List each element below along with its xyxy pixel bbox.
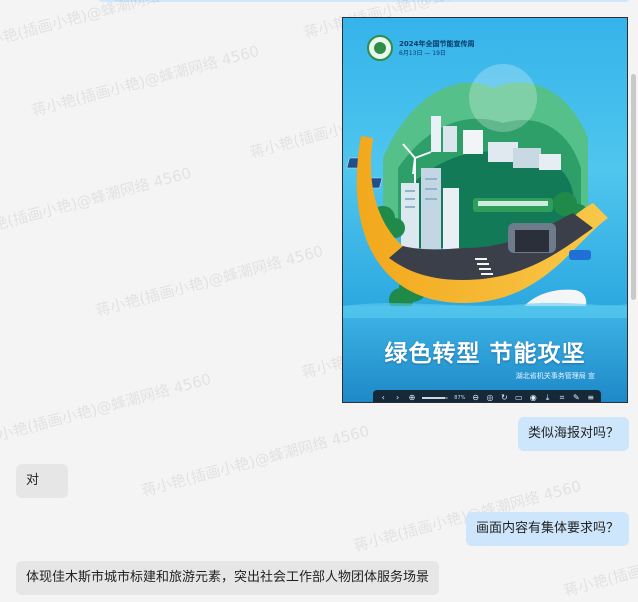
chat-window: 蒋小艳(插画小艳)@蜂潮网络 4560 蒋小艳(插画小艳)@蜂潮网络 4560 … xyxy=(0,0,638,602)
watermark: 蒋小艳(插画小艳)@蜂潮网络 4560 xyxy=(0,369,214,449)
zoom-in-icon[interactable]: ⊕ xyxy=(408,393,416,402)
rotate-icon[interactable]: ↻ xyxy=(500,393,508,402)
zoom-slider[interactable] xyxy=(422,397,449,399)
previous-message-bubble[interactable] xyxy=(97,0,631,2)
zoom-out-icon[interactable]: ⊖ xyxy=(471,393,479,402)
edit-icon[interactable]: ✎ xyxy=(572,393,580,402)
download-icon[interactable]: ⤓ xyxy=(543,393,551,402)
message-bubble-received[interactable]: 体现佳木斯市城市标建和旅游元素，突出社会工作部人物团体服务场景 xyxy=(16,561,440,595)
poster-event-dates: 6月13日 — 19日 xyxy=(399,49,446,57)
image-viewer-toolbar: ‹ › ⊕ 87% ⊖ ◎ ↻ ▭ ◉ ⤓ ⌗ ✎ ≡ xyxy=(373,390,601,402)
message-bubble-received[interactable]: 对 xyxy=(16,464,68,498)
zoom-slider-fill xyxy=(422,397,445,399)
message-bubble-sent[interactable]: 类似海报对吗？ xyxy=(518,417,630,451)
poster-event-title: 2024年全国节能宣传周 xyxy=(399,39,475,48)
watermark: 蒋小艳(插画小艳)@蜂潮网络 4560 xyxy=(0,163,194,243)
poster-issuer: 湖北省机关事务管理局 宣 xyxy=(515,372,595,380)
poster-header: 2024年全国节能宣传周 6月13日 — 19日 xyxy=(367,35,474,61)
ocr-icon[interactable]: ◉ xyxy=(529,393,537,402)
chat-scrollbar[interactable] xyxy=(631,74,636,300)
fit-screen-icon[interactable]: ◎ xyxy=(486,393,494,402)
watermark: 蒋小艳(插画小艳)@蜂潮网络 4560 xyxy=(0,0,203,55)
poster-slogan: 绿色转型 节能攻坚 xyxy=(384,341,586,367)
original-size-icon[interactable]: ▭ xyxy=(515,393,523,402)
message-bubble-sent[interactable]: 画面内容有集体要求吗？ xyxy=(466,512,630,546)
poster-image-message[interactable]: 2024年全国节能宣传周 6月13日 — 19日 绿色转型 节能攻坚 湖北省机关… xyxy=(342,17,628,403)
watermark: 蒋小艳(插画小艳)@蜂潮网络 4560 xyxy=(93,241,326,321)
watermark: 蒋小艳(插画小艳)@蜂潮网络 4560 xyxy=(29,41,262,121)
more-icon[interactable]: ≡ xyxy=(587,393,595,402)
prev-image-icon[interactable]: ‹ xyxy=(379,393,387,402)
energy-saving-logo-icon xyxy=(367,35,393,61)
next-image-icon[interactable]: › xyxy=(393,393,401,402)
zoom-percent: 87% xyxy=(454,395,466,401)
crop-icon[interactable]: ⌗ xyxy=(558,393,566,402)
watermark: 蒋小艳(插画小艳)@蜂潮网络 4560 xyxy=(139,421,372,501)
